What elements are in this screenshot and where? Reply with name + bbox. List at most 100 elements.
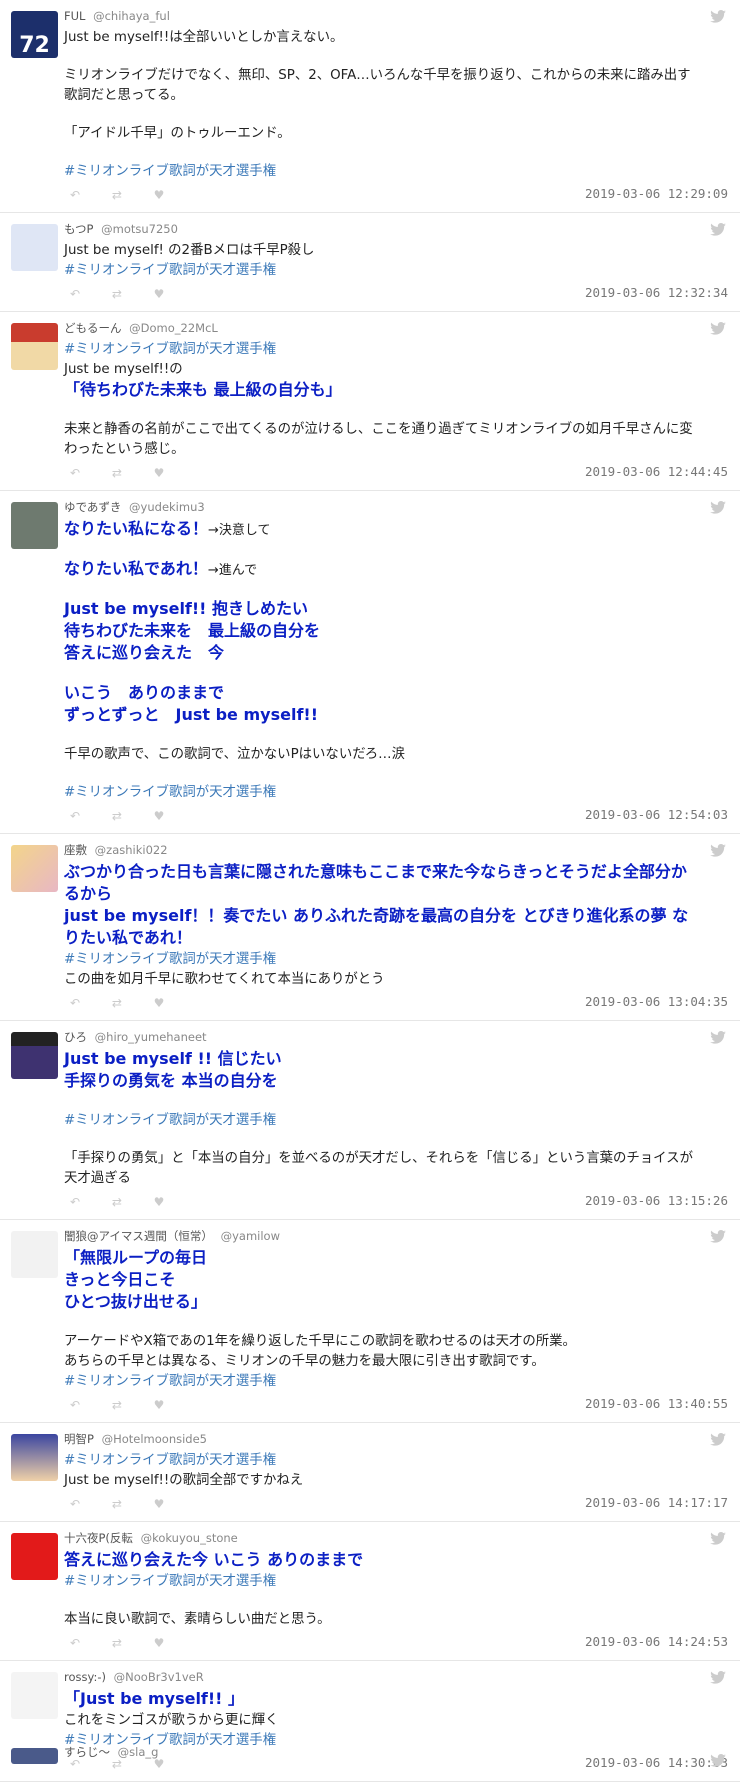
retweet-icon[interactable]: ⇄ bbox=[112, 1398, 150, 1412]
avatar[interactable] bbox=[11, 845, 58, 892]
avatar[interactable] bbox=[11, 1434, 58, 1481]
hashtag-link[interactable]: #ミリオンライブ歌詞が天才選手権 bbox=[64, 261, 728, 281]
twitter-bird-icon[interactable] bbox=[710, 10, 726, 23]
author-name[interactable]: もつP bbox=[64, 222, 93, 236]
hashtag-text[interactable]: #ミリオンライブ歌詞が天才選手権 bbox=[64, 263, 276, 278]
hashtag-link[interactable]: #ミリオンライブ歌詞が天才選手権 bbox=[64, 1572, 728, 1592]
twitter-bird-icon[interactable] bbox=[710, 844, 726, 857]
avatar[interactable] bbox=[11, 224, 58, 271]
like-icon[interactable]: ♥ bbox=[154, 287, 192, 301]
reply-icon[interactable]: ↶ bbox=[70, 996, 108, 1010]
author-handle[interactable]: @sla_g bbox=[118, 1745, 159, 1759]
like-icon[interactable]: ♥ bbox=[154, 809, 192, 823]
author-handle[interactable]: @kokuyou_stone bbox=[141, 1531, 238, 1545]
reply-icon[interactable]: ↶ bbox=[70, 1195, 108, 1209]
twitter-bird-icon[interactable] bbox=[710, 1433, 726, 1446]
hashtag-link[interactable]: #ミリオンライブ歌詞が天才選手権 bbox=[64, 783, 728, 803]
author-name[interactable]: ひろ bbox=[64, 1030, 87, 1044]
timestamp[interactable]: 2019-03-06 13:15:26 bbox=[585, 1193, 728, 1208]
author-handle[interactable]: @NooBr3v1veR bbox=[114, 1670, 204, 1684]
avatar[interactable] bbox=[11, 1032, 58, 1079]
hashtag-text[interactable]: #ミリオンライブ歌詞が天才選手権 bbox=[64, 1453, 276, 1468]
author-handle[interactable]: @yudekimu3 bbox=[129, 500, 205, 514]
author-name[interactable]: どもるーん bbox=[64, 321, 122, 335]
avatar[interactable] bbox=[11, 1672, 58, 1719]
timestamp[interactable]: 2019-03-06 12:32:34 bbox=[585, 285, 728, 300]
like-icon[interactable]: ♥ bbox=[154, 1398, 192, 1412]
reply-icon[interactable]: ↶ bbox=[70, 1636, 108, 1650]
like-icon[interactable]: ♥ bbox=[154, 1636, 192, 1650]
hashtag-link[interactable]: #ミリオンライブ歌詞が天才選手権 bbox=[64, 1111, 728, 1131]
hashtag-link[interactable]: #ミリオンライブ歌詞が天才選手権 bbox=[64, 162, 728, 182]
author-handle[interactable]: @hiro_yumehaneet bbox=[95, 1030, 207, 1044]
reply-icon[interactable]: ↶ bbox=[70, 1497, 108, 1511]
like-icon[interactable]: ♥ bbox=[154, 996, 192, 1010]
twitter-bird-icon[interactable] bbox=[710, 501, 726, 514]
timestamp[interactable]: 2019-03-06 14:17:17 bbox=[585, 1495, 728, 1510]
avatar[interactable] bbox=[11, 502, 58, 549]
avatar[interactable] bbox=[11, 323, 58, 370]
author-handle[interactable]: @zashiki022 bbox=[95, 843, 168, 857]
avatar[interactable]: 72 bbox=[11, 11, 58, 58]
author-name[interactable]: 座敷 bbox=[64, 843, 87, 857]
hashtag-text[interactable]: #ミリオンライブ歌詞が天才選手権 bbox=[64, 1113, 276, 1128]
twitter-bird-icon[interactable] bbox=[710, 1532, 726, 1545]
hashtag-link[interactable]: #ミリオンライブ歌詞が天才選手権 bbox=[64, 1451, 728, 1471]
author-handle[interactable]: @motsu7250 bbox=[101, 222, 178, 236]
timestamp[interactable]: 2019-03-06 12:54:03 bbox=[585, 807, 728, 822]
hashtag-link[interactable]: #ミリオンライブ歌詞が天才選手権 bbox=[64, 950, 728, 970]
author-name[interactable]: 十六夜P(反転 bbox=[64, 1531, 133, 1545]
twitter-bird-icon[interactable] bbox=[710, 322, 726, 335]
hashtag-text[interactable]: #ミリオンライブ歌詞が天才選手権 bbox=[64, 164, 276, 179]
hashtag-link[interactable]: #ミリオンライブ歌詞が天才選手権 bbox=[64, 1372, 728, 1392]
hashtag-text[interactable]: #ミリオンライブ歌詞が天才選手権 bbox=[64, 1574, 276, 1589]
avatar[interactable] bbox=[11, 1748, 58, 1764]
hashtag-text[interactable]: #ミリオンライブ歌詞が天才選手権 bbox=[64, 1374, 276, 1389]
hashtag-link[interactable]: #ミリオンライブ歌詞が天才選手権 bbox=[64, 340, 728, 360]
retweet-icon[interactable]: ⇄ bbox=[112, 188, 150, 202]
author-name[interactable]: すらじ〜 bbox=[64, 1745, 110, 1759]
twitter-bird-icon[interactable] bbox=[710, 1671, 726, 1684]
retweet-icon[interactable]: ⇄ bbox=[112, 1636, 150, 1650]
hashtag-text[interactable]: #ミリオンライブ歌詞が天才選手権 bbox=[64, 952, 276, 967]
timestamp[interactable]: 2019-03-06 12:29:09 bbox=[585, 186, 728, 201]
retweet-icon[interactable]: ⇄ bbox=[112, 287, 150, 301]
author-name[interactable]: 闇狼@アイマス週間（恒常） bbox=[64, 1229, 213, 1243]
like-icon[interactable]: ♥ bbox=[154, 466, 192, 480]
twitter-bird-icon[interactable] bbox=[710, 1754, 726, 1767]
retweet-icon[interactable]: ⇄ bbox=[112, 996, 150, 1010]
hashtag-text[interactable]: #ミリオンライブ歌詞が天才選手権 bbox=[64, 342, 276, 357]
author-name[interactable]: 明智P bbox=[64, 1432, 94, 1446]
author-name[interactable]: rossy:-) bbox=[64, 1670, 106, 1684]
like-icon[interactable]: ♥ bbox=[154, 1497, 192, 1511]
reply-icon[interactable]: ↶ bbox=[70, 287, 108, 301]
avatar[interactable] bbox=[11, 1533, 58, 1580]
author-handle[interactable]: @Hotelmoonside5 bbox=[102, 1432, 207, 1446]
author-handle[interactable]: @Domo_22McL bbox=[129, 321, 218, 335]
author-handle[interactable]: @yamilow bbox=[221, 1229, 280, 1243]
like-icon[interactable]: ♥ bbox=[154, 1195, 192, 1209]
reply-icon[interactable]: ↶ bbox=[70, 188, 108, 202]
author-name[interactable]: FUL bbox=[64, 9, 85, 23]
retweet-icon[interactable]: ⇄ bbox=[112, 1195, 150, 1209]
like-icon[interactable]: ♥ bbox=[154, 188, 192, 202]
retweet-icon[interactable]: ⇄ bbox=[112, 1497, 150, 1511]
reply-icon[interactable]: ↶ bbox=[70, 466, 108, 480]
retweet-icon[interactable]: ⇄ bbox=[112, 809, 150, 823]
timestamp[interactable]: 2019-03-06 14:24:53 bbox=[585, 1634, 728, 1649]
author-name[interactable]: ゆであずき bbox=[64, 500, 121, 514]
reply-icon[interactable]: ↶ bbox=[70, 809, 108, 823]
timestamp[interactable]: 2019-03-06 13:40:55 bbox=[585, 1396, 728, 1411]
timestamp[interactable]: 2019-03-06 12:44:45 bbox=[585, 464, 728, 479]
plain-text: これをミンゴスが歌うから更に輝く bbox=[64, 1713, 279, 1728]
twitter-bird-icon[interactable] bbox=[710, 1230, 726, 1243]
author-handle[interactable]: @chihaya_ful bbox=[93, 9, 170, 23]
reply-icon[interactable]: ↶ bbox=[70, 1398, 108, 1412]
twitter-bird-icon[interactable] bbox=[710, 1031, 726, 1044]
tweet-text: #ミリオンライブ歌詞が天才選手権 Just be myself!!の歌詞全部ですか… bbox=[64, 1451, 728, 1491]
retweet-icon[interactable]: ⇄ bbox=[112, 466, 150, 480]
timestamp[interactable]: 2019-03-06 13:04:35 bbox=[585, 994, 728, 1009]
avatar[interactable] bbox=[11, 1231, 58, 1278]
twitter-bird-icon[interactable] bbox=[710, 223, 726, 236]
hashtag-text[interactable]: #ミリオンライブ歌詞が天才選手権 bbox=[64, 785, 276, 800]
